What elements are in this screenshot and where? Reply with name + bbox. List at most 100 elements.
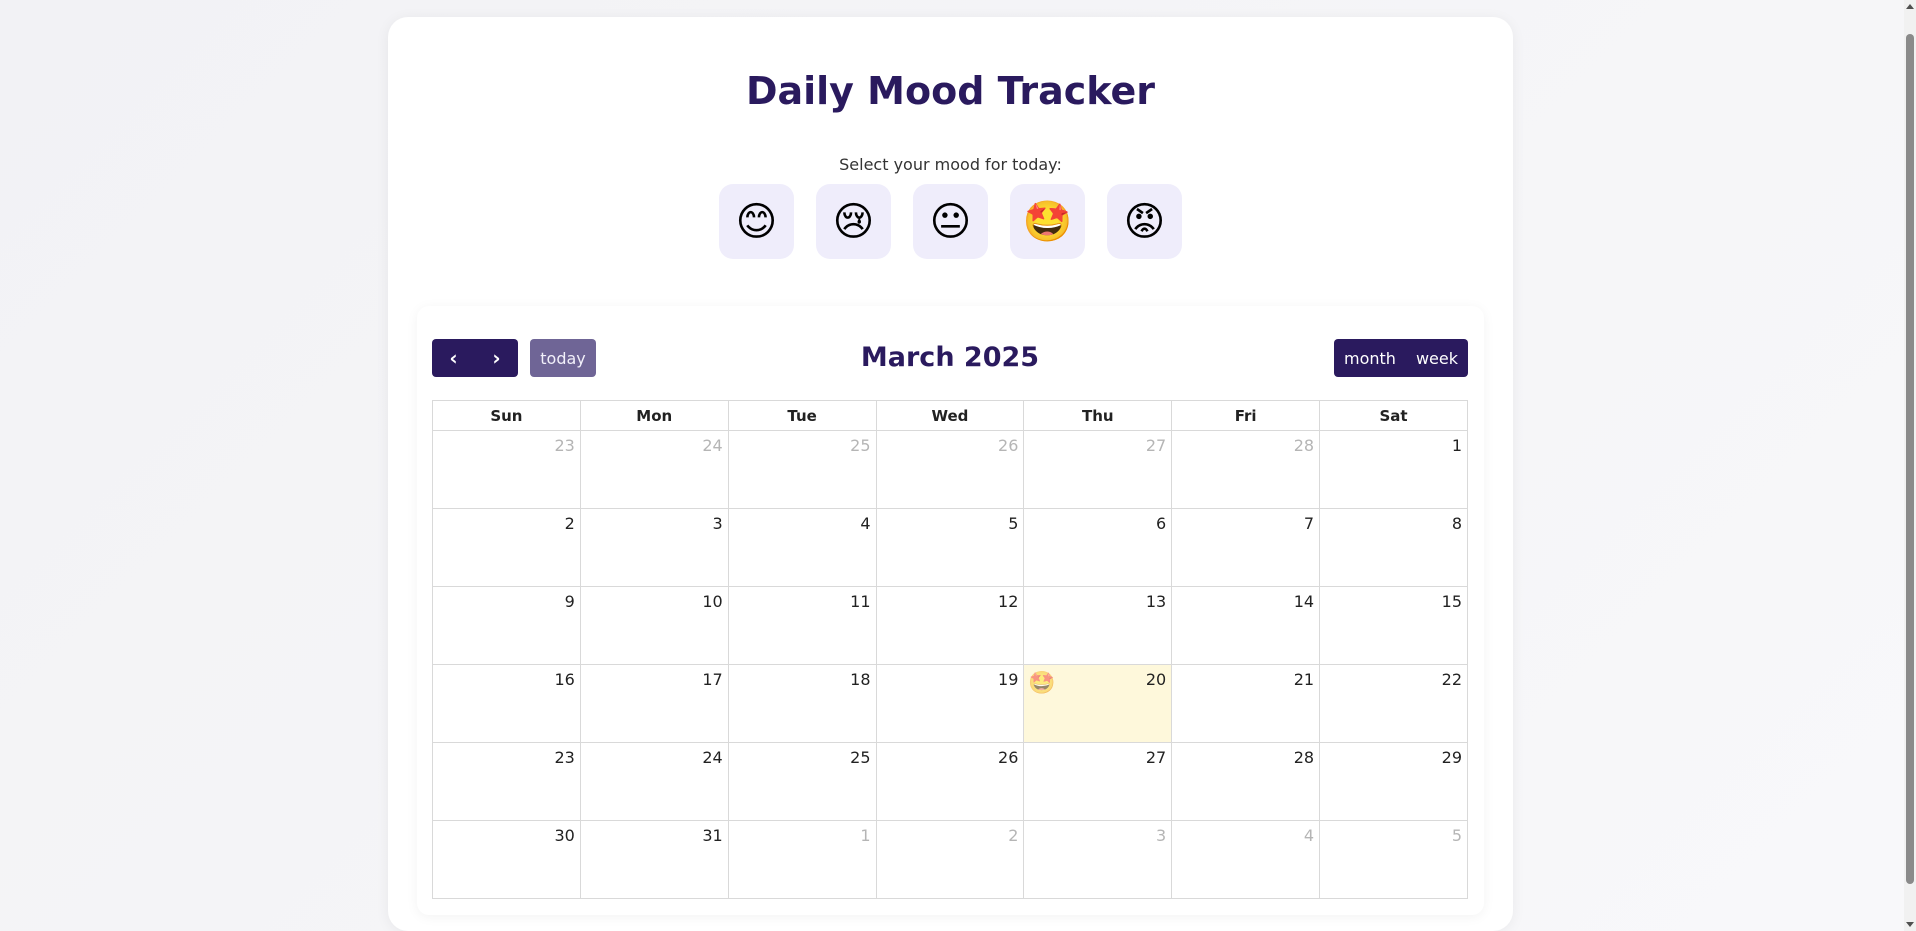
prev-month-button[interactable]: ‹ [432, 339, 475, 377]
weekday-header-row: Sun Mon Tue Wed Thu Fri Sat [432, 400, 1468, 431]
calendar-day-cell[interactable]: 2 [875, 820, 1025, 899]
day-number: 23 [554, 436, 575, 455]
calendar-day-cell[interactable]: 29 [1319, 742, 1468, 821]
calendar-day-cell[interactable]: 22 [1319, 664, 1468, 743]
calendar-day-cell[interactable]: 19 [875, 664, 1025, 743]
mood-selector: 😊 😢 😐 🤩 😡 [388, 184, 1513, 259]
calendar-week-row: 23 24 25 26 27 28 1 [432, 430, 1468, 509]
calendar-day-cell[interactable]: 27 [1023, 742, 1173, 821]
calendar-day-cell[interactable]: 16 [432, 664, 581, 743]
calendar-day-cell[interactable]: 18 [727, 664, 877, 743]
day-number: 3 [1156, 826, 1167, 845]
weekday-header: Tue [727, 400, 877, 431]
mood-button-happy[interactable]: 😊 [719, 184, 794, 259]
day-number: 23 [554, 748, 575, 767]
calendar-day-cell[interactable]: 25 [727, 430, 877, 509]
calendar-day-cell[interactable]: 10 [579, 586, 729, 665]
day-number: 1 [860, 826, 871, 845]
calendar-nav: ‹ › [432, 339, 518, 377]
calendar-day-cell[interactable]: 1 [727, 820, 877, 899]
weekday-header: Sun [432, 400, 581, 431]
next-month-button[interactable]: › [475, 339, 518, 377]
day-number: 12 [998, 592, 1019, 611]
day-number: 2 [1008, 826, 1019, 845]
calendar-day-cell[interactable]: 24 [579, 742, 729, 821]
calendar-day-cell[interactable]: 30 [432, 820, 581, 899]
weekday-header: Fri [1171, 400, 1321, 431]
calendar-week-row: 30 31 1 2 3 4 5 [432, 820, 1468, 899]
week-view-button[interactable]: week [1406, 339, 1468, 377]
today-button[interactable]: today [530, 339, 596, 377]
calendar-week-row: 23 24 25 26 27 28 29 [432, 742, 1468, 821]
scrollbar-thumb[interactable] [1906, 34, 1914, 884]
calendar-day-cell[interactable]: 26 [875, 742, 1025, 821]
calendar-day-cell[interactable]: 25 [727, 742, 877, 821]
calendar-day-cell[interactable]: 17 [579, 664, 729, 743]
calendar-day-cell[interactable]: 6 [1023, 508, 1173, 587]
calendar-day-cell[interactable]: 23 [432, 742, 581, 821]
day-number: 14 [1293, 592, 1315, 611]
calendar-day-cell[interactable]: 15 [1319, 586, 1468, 665]
calendar-grid: Sun Mon Tue Wed Thu Fri Sat 23 24 25 26 27 28… [432, 400, 1468, 899]
calendar-day-cell[interactable]: 21 [1171, 664, 1321, 743]
calendar-day-cell[interactable]: 24 [579, 430, 729, 509]
calendar-day-cell[interactable]: 4 [1171, 820, 1321, 899]
mood-button-angry[interactable]: 😡 [1107, 184, 1182, 259]
day-number: 28 [1293, 436, 1315, 455]
calendar-day-cell[interactable]: 11 [727, 586, 877, 665]
day-number: 9 [564, 592, 575, 611]
calendar-day-cell[interactable]: 9 [432, 586, 581, 665]
calendar: March 2025 ‹ › today month week Sun Mon [417, 306, 1484, 915]
day-number: 31 [702, 826, 723, 845]
day-number: 22 [1441, 670, 1462, 689]
day-number: 26 [998, 748, 1019, 767]
calendar-day-cell[interactable]: 28 [1171, 742, 1321, 821]
mood-button-excited[interactable]: 🤩 [1010, 184, 1085, 259]
calendar-day-cell[interactable]: 26 [875, 430, 1025, 509]
weekday-header: Thu [1023, 400, 1173, 431]
calendar-day-cell[interactable]: 3 [1023, 820, 1173, 899]
mood-button-neutral[interactable]: 😐 [913, 184, 988, 259]
scroll-up-icon[interactable] [1906, 4, 1914, 9]
scrollbar[interactable] [1904, 0, 1916, 931]
calendar-day-cell[interactable]: 27 [1023, 430, 1173, 509]
calendar-day-cell[interactable]: 5 [1319, 820, 1468, 899]
calendar-body: 23 24 25 26 27 28 1 2 3 4 5 6 7 8 9 10 11 12 13 14 15 16 17 18 1… [432, 430, 1468, 899]
calendar-day-cell[interactable]: 12 [875, 586, 1025, 665]
day-number: 13 [1145, 592, 1167, 611]
calendar-day-cell-today[interactable]: 20 🤩 [1023, 664, 1173, 743]
calendar-day-cell[interactable]: 2 [432, 508, 581, 587]
calendar-week-row: 9 10 11 12 13 14 15 [432, 586, 1468, 665]
day-number: 3 [712, 514, 723, 533]
calendar-day-cell[interactable]: 1 [1319, 430, 1468, 509]
day-number: 21 [1293, 670, 1315, 689]
chevron-left-icon: ‹ [449, 346, 458, 370]
calendar-day-cell[interactable]: 31 [579, 820, 729, 899]
calendar-day-cell[interactable]: 23 [432, 430, 581, 509]
calendar-day-cell[interactable]: 8 [1319, 508, 1468, 587]
calendar-day-cell[interactable]: 4 [727, 508, 877, 587]
calendar-day-cell[interactable]: 13 [1023, 586, 1173, 665]
month-view-button[interactable]: month [1334, 339, 1406, 377]
mood-button-sad[interactable]: 😢 [816, 184, 891, 259]
day-number: 29 [1441, 748, 1462, 767]
day-number: 26 [998, 436, 1019, 455]
calendar-toolbar: March 2025 ‹ › today month week [432, 339, 1468, 377]
weekday-header: Sat [1319, 400, 1468, 431]
calendar-day-cell[interactable]: 5 [875, 508, 1025, 587]
day-number: 5 [1008, 514, 1019, 533]
calendar-day-cell[interactable]: 7 [1171, 508, 1321, 587]
calendar-day-cell[interactable]: 14 [1171, 586, 1321, 665]
scroll-down-icon[interactable] [1906, 922, 1914, 927]
day-number: 27 [1145, 436, 1167, 455]
calendar-day-cell[interactable]: 3 [579, 508, 729, 587]
day-number: 25 [850, 436, 871, 455]
calendar-day-cell[interactable]: 28 [1171, 430, 1321, 509]
day-number: 4 [1303, 826, 1315, 845]
day-number: 10 [702, 592, 723, 611]
weekday-header: Wed [875, 400, 1025, 431]
day-number: 4 [860, 514, 871, 533]
view-switcher: month week [1334, 339, 1468, 377]
day-number: 15 [1441, 592, 1462, 611]
calendar-week-row: 16 17 18 19 20 🤩 21 22 [432, 664, 1468, 743]
